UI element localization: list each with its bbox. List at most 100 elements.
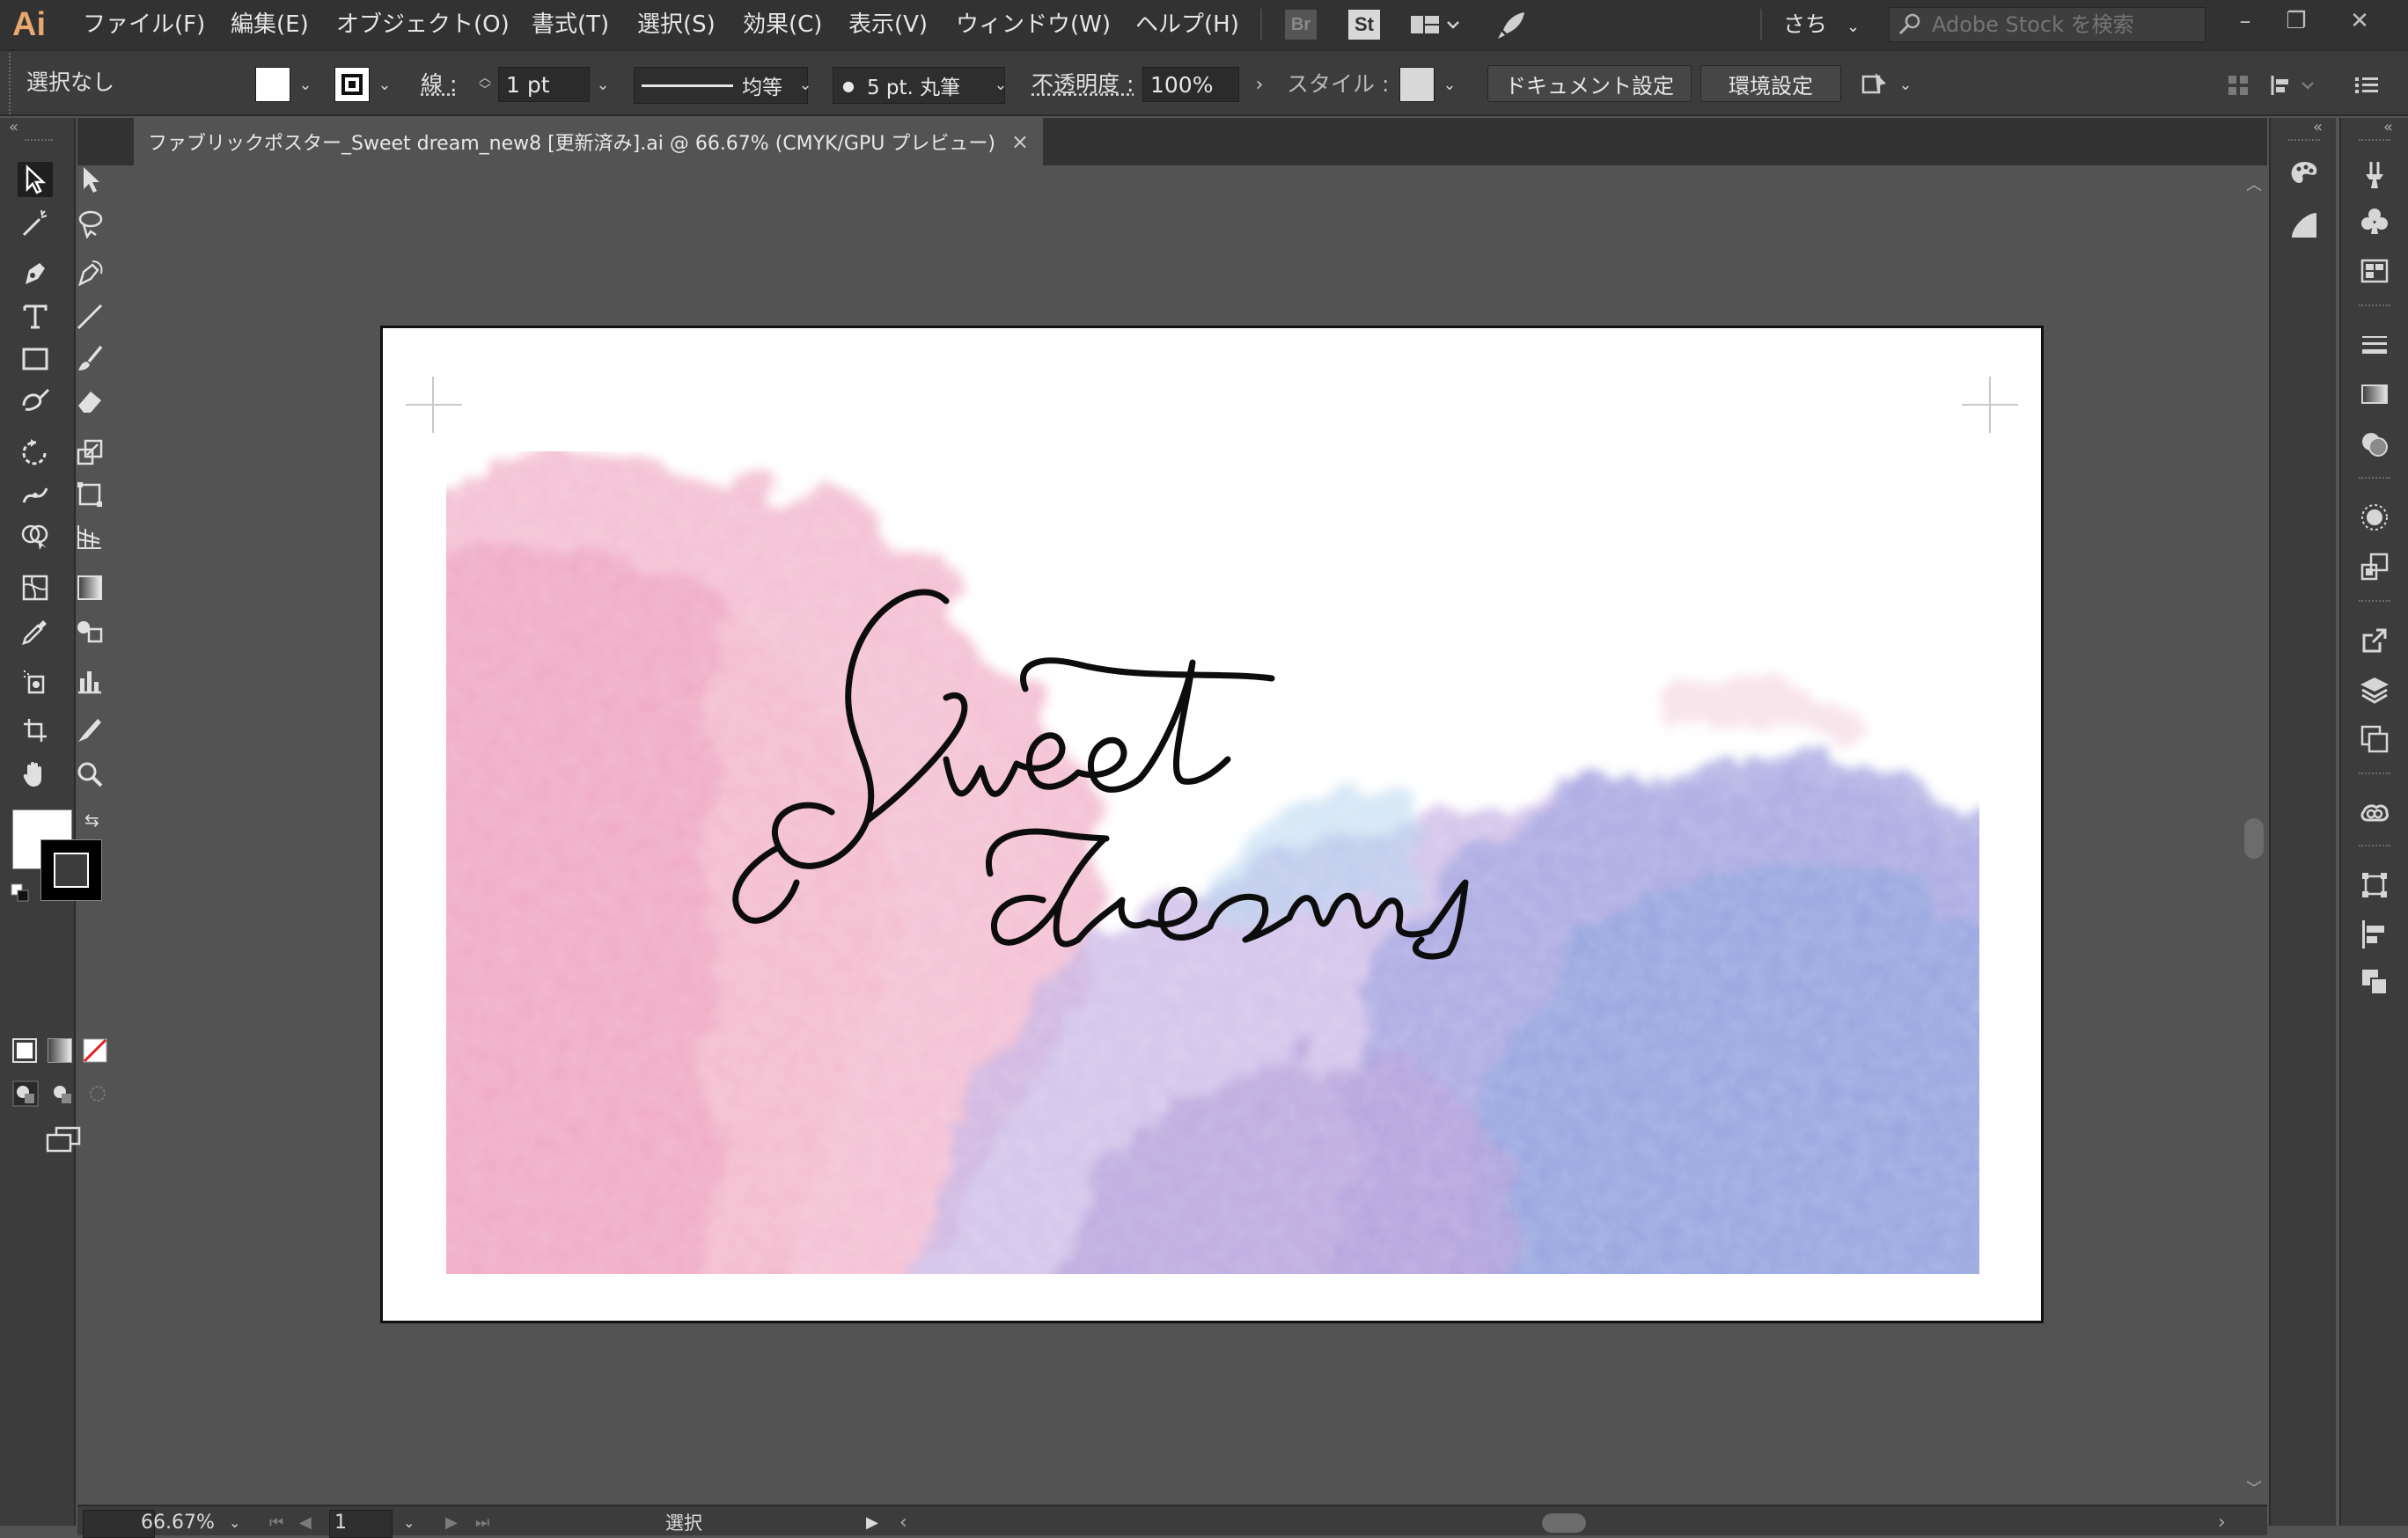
- scroll-left-chevron-icon[interactable]: ‹: [899, 1510, 907, 1536]
- width-tool[interactable]: [18, 477, 53, 512]
- panel-grip[interactable]: [25, 139, 53, 146]
- close-window-button[interactable]: ✕: [2338, 4, 2382, 39]
- artboard-dropdown-chevron-icon[interactable]: ⌄: [403, 1510, 415, 1536]
- symbols-panel-button[interactable]: [2355, 202, 2394, 241]
- stroke-weight-stepper[interactable]: ︿ ﹀: [474, 67, 496, 102]
- stroke-dropdown-chevron-icon[interactable]: ⌄: [373, 67, 396, 102]
- document-setup-button[interactable]: ドキュメント設定: [1487, 65, 1692, 102]
- panel-grip[interactable]: [2359, 845, 2390, 852]
- minimize-button[interactable]: –: [2223, 4, 2267, 39]
- rectangle-tool[interactable]: [18, 341, 53, 377]
- artboards-panel-button[interactable]: [2355, 720, 2394, 758]
- menu-object[interactable]: オブジェクト(O): [336, 7, 510, 42]
- color-mode-button[interactable]: [12, 1038, 37, 1063]
- collapse-panels-icon[interactable]: «: [2383, 118, 2393, 136]
- zoom-tool[interactable]: [72, 757, 107, 792]
- opacity-expand-chevron-icon[interactable]: ›: [1248, 67, 1271, 102]
- status-menu-triangle-icon[interactable]: ▶: [866, 1510, 878, 1536]
- stroke-weight-input[interactable]: [498, 67, 590, 102]
- stroke-color-swatch[interactable]: [334, 67, 370, 102]
- line-segment-tool[interactable]: [72, 299, 107, 334]
- slice-tool[interactable]: [72, 713, 107, 748]
- arrange-options-button[interactable]: [1857, 67, 1892, 102]
- stroke-color-box[interactable]: [40, 839, 102, 901]
- image-trace-panel-button[interactable]: [2355, 547, 2394, 586]
- width-profile-chevron-icon[interactable]: ⌄: [794, 67, 817, 102]
- align-panel-button[interactable]: [2355, 915, 2394, 954]
- menu-window[interactable]: ウィンドウ(W): [956, 7, 1111, 42]
- fill-dropdown-chevron-icon[interactable]: ⌄: [294, 67, 317, 102]
- arrange-options-chevron-icon[interactable]: ⌄: [1894, 67, 1917, 102]
- eyedropper-tool[interactable]: [18, 614, 53, 649]
- blend-tool[interactable]: [72, 614, 107, 649]
- first-artboard-icon[interactable]: ⏮: [269, 1510, 283, 1536]
- layers-panel-button[interactable]: [2355, 670, 2394, 709]
- scale-tool[interactable]: [72, 435, 107, 470]
- eraser-tool[interactable]: [72, 384, 107, 419]
- next-artboard-icon[interactable]: ▶: [445, 1510, 458, 1536]
- panel-menu-icon[interactable]: [2352, 72, 2382, 99]
- pathfinder-panel-button[interactable]: [2355, 963, 2394, 1001]
- color-panel-button[interactable]: [2355, 498, 2394, 537]
- perspective-grid-tool[interactable]: [72, 519, 107, 554]
- shape-builder-tool[interactable]: [18, 519, 53, 554]
- brush-definition-select[interactable]: ● 5 pt. 丸筆: [833, 67, 1005, 104]
- menu-help[interactable]: ヘルプ(H): [1135, 7, 1239, 42]
- graphic-style-chevron-icon[interactable]: ⌄: [1438, 67, 1461, 102]
- free-transform-tool[interactable]: [72, 477, 107, 512]
- scroll-up-chevron-icon[interactable]: ︿: [2246, 172, 2262, 195]
- selection-tool[interactable]: [18, 162, 53, 197]
- preferences-button[interactable]: 環境設定: [1700, 65, 1841, 102]
- stroke-label[interactable]: 線 :: [421, 67, 457, 102]
- export-panel-button[interactable]: [2355, 621, 2394, 660]
- gradient-tool[interactable]: [72, 570, 107, 605]
- menu-effect[interactable]: 効果(C): [743, 7, 822, 42]
- screen-mode-button[interactable]: [42, 1124, 84, 1156]
- document-tab[interactable]: ファブリックポスター_Sweet dream_new8 [更新済み].ai @ …: [134, 118, 1044, 165]
- artboard[interactable]: [380, 326, 2044, 1323]
- default-fill-stroke-icon[interactable]: [11, 883, 30, 903]
- appearance-panel-button[interactable]: [2285, 206, 2324, 245]
- menu-type[interactable]: 書式(T): [532, 7, 609, 42]
- last-artboard-icon[interactable]: ⏭: [475, 1510, 489, 1536]
- shaper-tool[interactable]: [18, 384, 53, 419]
- workspace-switcher[interactable]: さち ⌄: [1783, 7, 1860, 45]
- align-to-selection-icon[interactable]: [2267, 72, 2320, 99]
- panel-grip[interactable]: [9, 53, 12, 114]
- swap-fill-stroke-icon[interactable]: ⇆: [84, 809, 99, 831]
- brushes-panel-button[interactable]: [2355, 155, 2394, 194]
- hand-tool[interactable]: [18, 757, 53, 792]
- panel-grip[interactable]: [2359, 773, 2390, 780]
- stroke-panel-button[interactable]: [2355, 326, 2394, 364]
- menu-select[interactable]: 選択(S): [637, 7, 716, 42]
- magic-wand-tool[interactable]: [18, 206, 53, 241]
- panel-grip[interactable]: [2288, 139, 2320, 146]
- transform-panel-button[interactable]: [2355, 866, 2394, 904]
- width-profile-select[interactable]: 均等: [634, 67, 808, 104]
- draw-behind-button[interactable]: [49, 1080, 76, 1107]
- mesh-tool[interactable]: [18, 570, 53, 605]
- gpu-performance-button[interactable]: [1493, 9, 1531, 40]
- scroll-down-chevron-icon[interactable]: ﹀: [2246, 1476, 2262, 1499]
- panel-grip[interactable]: [2359, 139, 2390, 146]
- menu-file[interactable]: ファイル(F): [83, 7, 205, 42]
- restore-button[interactable]: ❐: [2274, 4, 2318, 39]
- libraries-panel-button[interactable]: [2355, 794, 2394, 832]
- collapse-panel-icon[interactable]: «: [9, 118, 18, 136]
- paintbrush-tool[interactable]: [72, 341, 107, 377]
- menu-edit[interactable]: 編集(E): [231, 7, 309, 42]
- rotate-tool[interactable]: [18, 435, 53, 470]
- curvature-tool[interactable]: [72, 255, 107, 290]
- draw-inside-button[interactable]: [84, 1080, 111, 1107]
- bridge-button[interactable]: Br: [1285, 9, 1317, 40]
- opacity-input[interactable]: [1142, 67, 1239, 102]
- vertical-scroll-thumb[interactable]: [2244, 818, 2264, 859]
- align-grid-icon[interactable]: [2225, 72, 2251, 99]
- gradient-panel-button[interactable]: [2355, 375, 2394, 414]
- stroke-weight-dropdown-chevron-icon[interactable]: ⌄: [591, 67, 614, 102]
- graphic-style-swatch[interactable]: [1399, 67, 1435, 102]
- symbol-sprayer-tool[interactable]: [18, 663, 53, 699]
- menu-view[interactable]: 表示(V): [848, 7, 928, 42]
- panel-grip[interactable]: [2359, 477, 2390, 484]
- lasso-tool[interactable]: [72, 206, 107, 241]
